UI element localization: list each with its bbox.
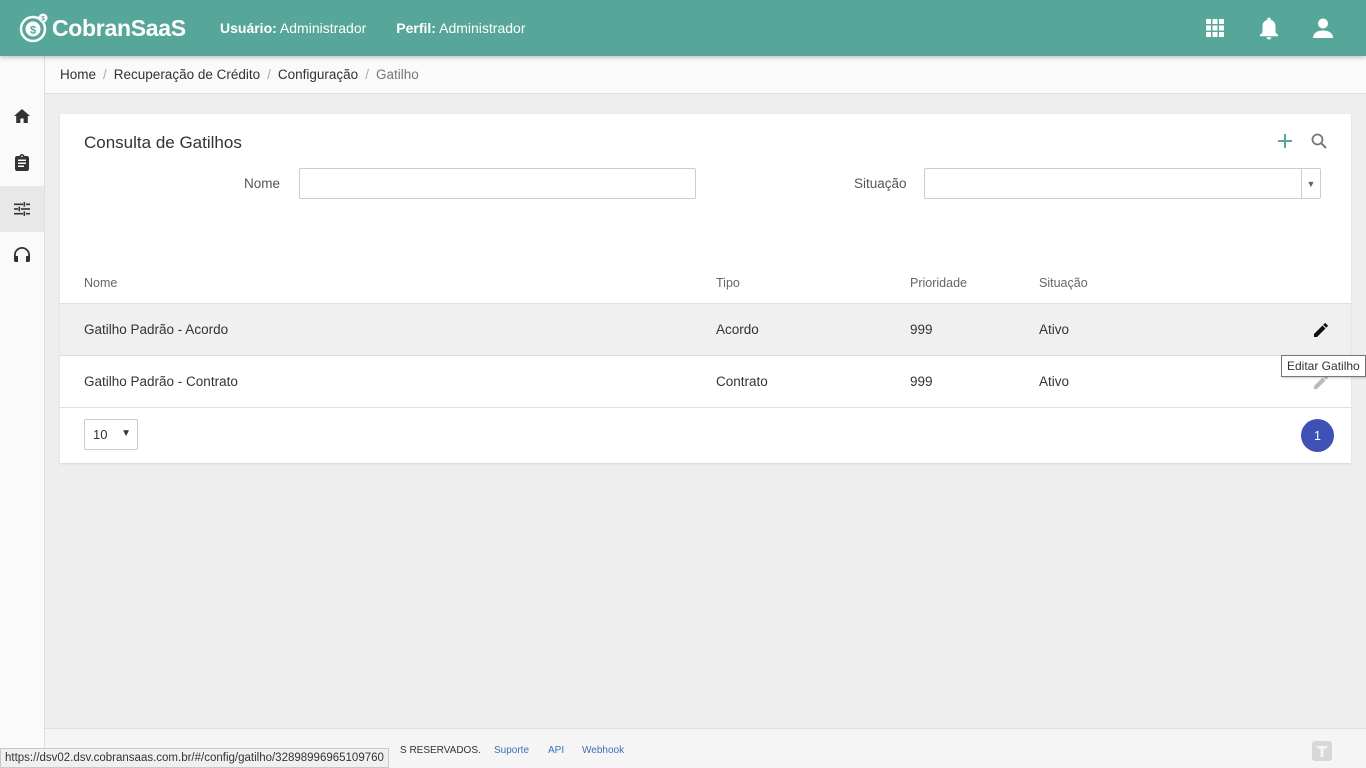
sidebar-item-cobranca[interactable] [0, 139, 44, 185]
table-row[interactable]: Gatilho Padrão - Acordo Acordo 999 Ativo [60, 304, 1351, 356]
cell-prioridade: 999 [910, 322, 933, 337]
logo-text: CobranSaaS [52, 14, 186, 41]
app-logo[interactable]: $ $ CobranSaaS [19, 11, 186, 45]
breadcrumb: Home / Recuperação de Crédito / Configur… [45, 56, 1366, 94]
home-icon [14, 109, 30, 123]
profile-field: Perfil: Administrador [396, 20, 525, 36]
pencil-icon [1314, 323, 1328, 337]
breadcrumb-home[interactable]: Home [60, 67, 96, 82]
top-bar: $ $ CobranSaaS Usuário: Administrador Pe… [0, 0, 1366, 56]
cell-tipo: Contrato [716, 374, 768, 389]
tune-icon [14, 202, 30, 216]
column-prioridade[interactable]: Prioridade [910, 276, 967, 290]
column-situacao[interactable]: Situação [1039, 276, 1088, 290]
nome-label: Nome [244, 176, 281, 191]
cell-prioridade: 999 [910, 374, 933, 389]
cell-nome: Gatilho Padrão - Acordo [84, 322, 229, 337]
user-label: Usuário: [220, 20, 277, 36]
breadcrumb-separator: / [267, 67, 271, 82]
breadcrumb-configuracao[interactable]: Configuração [278, 67, 358, 82]
nome-input[interactable] [299, 168, 696, 199]
card-actions [1275, 131, 1329, 151]
bell-icon[interactable] [1256, 15, 1282, 41]
sidebar [0, 56, 45, 768]
sidebar-item-suporte[interactable] [0, 231, 44, 277]
svg-text:$: $ [30, 25, 36, 37]
cell-situacao: Ativo [1039, 374, 1070, 389]
footer-link-webhook[interactable]: Webhook [582, 745, 624, 756]
pagination-page-button[interactable]: 1 [1301, 419, 1334, 452]
footer-link-api[interactable]: API [548, 745, 564, 756]
footer-rights: S RESERVADOS. [400, 745, 481, 756]
column-nome[interactable]: Nome [84, 276, 117, 290]
column-tipo[interactable]: Tipo [716, 276, 740, 290]
cell-tipo: Acordo [716, 322, 759, 337]
svg-text:$: $ [41, 16, 45, 23]
plus-icon [1278, 134, 1292, 148]
profile-label: Perfil: [396, 20, 436, 36]
user-value: Administrador [279, 20, 367, 36]
breadcrumb-recuperacao[interactable]: Recuperação de Crédito [114, 67, 260, 82]
breadcrumb-current: Gatilho [375, 67, 419, 82]
pencil-icon [1314, 375, 1328, 389]
apps-grid-icon[interactable] [1202, 15, 1228, 41]
table-header: Nome Tipo Prioridade Situação [60, 262, 1351, 304]
user-info: Usuário: Administrador Perfil: Administr… [220, 20, 525, 36]
triggers-card: Consulta de Gatilhos Nome Situação ▼ Nom… [60, 114, 1351, 463]
sidebar-item-configuracao[interactable] [0, 186, 44, 232]
situacao-select[interactable]: ▼ [924, 168, 1321, 199]
search-icon [1311, 133, 1327, 149]
sidebar-item-home[interactable] [0, 93, 44, 139]
footer-logo-icon [1312, 741, 1332, 761]
clipboard-icon [15, 153, 29, 171]
chevron-down-icon: ▼ [121, 428, 131, 439]
chevron-down-icon[interactable]: ▼ [1301, 169, 1320, 198]
breadcrumb-separator: / [103, 67, 107, 82]
page-size-value: 10 [93, 427, 108, 442]
user-icon[interactable] [1310, 15, 1336, 41]
situacao-label: Situação [854, 176, 907, 191]
headset-icon [14, 246, 30, 262]
browser-status-url: https://dsv02.dsv.cobransaas.com.br/#/co… [0, 748, 389, 768]
edit-button[interactable] [1313, 322, 1329, 338]
header-actions [1202, 15, 1336, 41]
search-button[interactable] [1309, 131, 1329, 151]
breadcrumb-separator: / [365, 67, 369, 82]
table-row[interactable]: Gatilho Padrão - Contrato Contrato 999 A… [60, 356, 1351, 408]
profile-value: Administrador [439, 20, 526, 36]
page-size-select[interactable]: 10 ▼ [84, 419, 138, 450]
footer-link-suporte[interactable]: Suporte [494, 745, 529, 756]
edit-tooltip: Editar Gatilho [1281, 355, 1366, 377]
logo-icon: $ $ [19, 13, 48, 43]
add-button[interactable] [1275, 131, 1295, 151]
cell-nome: Gatilho Padrão - Contrato [84, 374, 238, 389]
user-field: Usuário: Administrador [220, 20, 366, 36]
page-title: Consulta de Gatilhos [84, 133, 242, 152]
cell-situacao: Ativo [1039, 322, 1070, 337]
